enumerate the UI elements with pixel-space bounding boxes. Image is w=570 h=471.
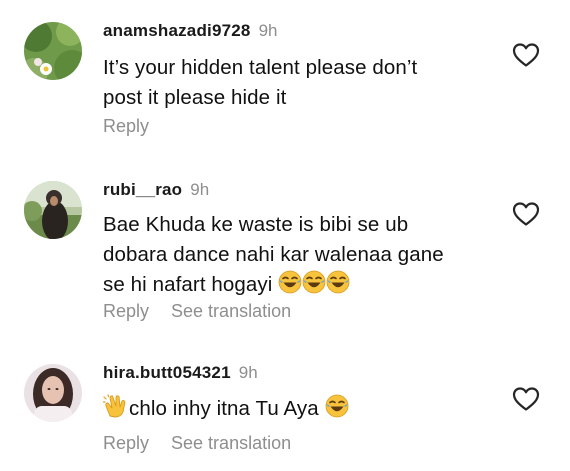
- comment-actions: Reply See translation: [103, 301, 291, 322]
- timestamp: 9h: [190, 180, 210, 199]
- avatar[interactable]: [24, 181, 82, 239]
- timestamp: 9h: [258, 21, 278, 40]
- face-with-tears-of-joy-emoji: [325, 394, 349, 427]
- clapping-hands-emoji: [102, 394, 129, 427]
- heart-outline-icon[interactable]: [512, 201, 540, 227]
- face-with-tears-of-joy-emoji: [326, 270, 350, 303]
- avatar[interactable]: [24, 22, 82, 80]
- username[interactable]: hira.butt054321: [103, 363, 231, 382]
- comment-line: Bae Khuda ke waste is bibi se ub: [103, 213, 409, 236]
- comment-actions: Reply: [103, 116, 149, 137]
- comment-line: post it please hide it: [103, 86, 287, 109]
- comment-line: se hi nafart hogayi: [103, 270, 483, 303]
- username[interactable]: anamshazadi9728: [103, 21, 251, 40]
- comment-text: chlo inhy itna Tu Aya: [102, 394, 483, 427]
- reply-button[interactable]: Reply: [103, 116, 149, 136]
- avatar[interactable]: [24, 364, 82, 422]
- username[interactable]: rubi__rao: [103, 180, 182, 199]
- see-translation-button[interactable]: See translation: [171, 301, 291, 321]
- comment-line: dobara dance nahi kar walenaa gane: [103, 243, 444, 266]
- timestamp: 9h: [238, 363, 258, 382]
- comment-line: It’s your hidden talent please don’t: [103, 56, 418, 79]
- reply-button[interactable]: Reply: [103, 301, 149, 321]
- reply-button[interactable]: Reply: [103, 433, 149, 453]
- face-with-tears-of-joy-emoji: [302, 270, 326, 303]
- comment-line-text: se hi nafart hogayi: [103, 273, 273, 296]
- comment-line-text: chlo inhy itna Tu Aya: [129, 397, 319, 420]
- comment-meta: hira.butt054321 9h: [103, 363, 258, 383]
- comment-meta: anamshazadi9728 9h: [103, 21, 278, 41]
- see-translation-button[interactable]: See translation: [171, 433, 291, 453]
- comment-text: Bae Khuda ke waste is bibi se ub dobara …: [103, 210, 483, 303]
- comment-meta: rubi__rao 9h: [103, 180, 209, 200]
- heart-outline-icon[interactable]: [512, 386, 540, 412]
- comment-line: chlo inhy itna Tu Aya: [102, 394, 483, 427]
- comment-text: It’s your hidden talent please don’t pos…: [103, 53, 483, 113]
- face-with-tears-of-joy-emoji: [278, 270, 302, 303]
- comment-actions: Reply See translation: [103, 433, 291, 454]
- heart-outline-icon[interactable]: [512, 42, 540, 68]
